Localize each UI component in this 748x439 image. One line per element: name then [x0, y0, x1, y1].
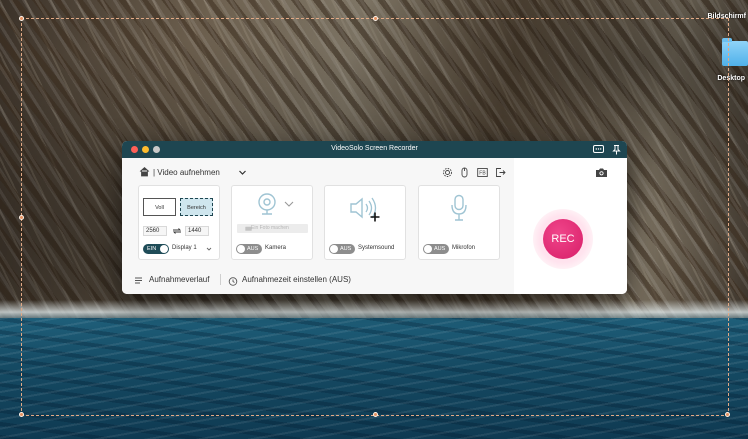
webcam-icon[interactable]: [256, 192, 278, 216]
alarm-clock-icon[interactable]: [228, 276, 238, 286]
rec-button-glow: REC: [533, 209, 593, 269]
divider: [220, 274, 221, 285]
window-title: VideoSolo Screen Recorder: [331, 145, 418, 152]
chat-icon[interactable]: [592, 143, 605, 156]
display-toggle[interactable]: EIN: [143, 244, 169, 254]
display-card: Voll Bereich 2560 1440 EIN Display 1: [138, 185, 220, 260]
main-panel: | Video aufnehmen FB Voll Bereich 2560 1…: [122, 158, 514, 294]
camera-toggle-label: AUS: [247, 246, 259, 252]
region-handle-top-middle[interactable]: [373, 16, 378, 21]
region-handle-bottom-left[interactable]: [19, 412, 24, 417]
system-sound-toggle-label: AUS: [340, 246, 352, 252]
region-handle-bottom-right[interactable]: [725, 412, 730, 417]
microphone-toggle[interactable]: AUS: [423, 244, 449, 254]
chevron-down-icon[interactable]: [284, 200, 294, 208]
schedule-recording-link[interactable]: Aufnahmezeit einstellen (AUS): [242, 275, 351, 284]
height-input[interactable]: 1440: [185, 226, 209, 236]
mouse-icon[interactable]: [459, 167, 470, 178]
recorder-window: VideoSolo Screen Recorder | Video aufneh…: [122, 141, 627, 294]
settings-icon[interactable]: [442, 167, 453, 178]
home-icon[interactable]: [139, 166, 150, 177]
screenshot-camera-icon[interactable]: [595, 167, 608, 178]
region-handle-left-middle[interactable]: [19, 215, 24, 220]
history-list-icon[interactable]: [134, 276, 143, 285]
pin-icon[interactable]: [610, 143, 623, 156]
chevron-down-icon[interactable]: [238, 168, 247, 177]
record-button[interactable]: REC: [543, 219, 583, 259]
export-icon[interactable]: [495, 167, 506, 178]
region-handle-bottom-middle[interactable]: [373, 412, 378, 417]
toggle-knob: [424, 245, 432, 253]
mode-toolbar: | Video aufnehmen FB: [139, 166, 509, 180]
camera-card: Ein Foto machen AUS Kamera: [231, 185, 313, 260]
toggle-knob: [160, 245, 168, 253]
svg-text:FB: FB: [479, 171, 486, 177]
microphone-card: AUS Mikrofon: [418, 185, 500, 260]
microphone-label: Mikrofon: [452, 245, 476, 251]
microphone-toggle-label: AUS: [434, 246, 446, 252]
region-button[interactable]: Bereich: [180, 198, 213, 216]
toggle-knob: [330, 245, 338, 253]
video-mode-selector[interactable]: | Video aufnehmen: [153, 168, 220, 177]
display-name[interactable]: Display 1: [172, 245, 197, 251]
camera-label: Kamera: [265, 245, 287, 251]
toggle-knob: [237, 245, 245, 253]
full-screen-button[interactable]: Voll: [143, 198, 176, 216]
width-input[interactable]: 2560: [143, 226, 167, 236]
system-sound-card: AUS Systemsound: [324, 185, 406, 260]
fb-icon[interactable]: FB: [477, 167, 488, 178]
aspect-link-icon[interactable]: [172, 227, 182, 235]
camera-icon: [245, 226, 252, 231]
microphone-icon[interactable]: [449, 194, 469, 222]
recording-history-link[interactable]: Aufnahmeverlauf: [149, 275, 209, 284]
chevron-down-icon[interactable]: [206, 246, 212, 252]
region-handle-top-left[interactable]: [19, 16, 24, 21]
system-sound-toggle[interactable]: AUS: [329, 244, 355, 254]
cursor-move-icon: [370, 212, 380, 222]
system-sound-label: Systemsound: [358, 245, 395, 251]
record-pane: REC: [514, 158, 627, 294]
title-bar[interactable]: VideoSolo Screen Recorder: [122, 141, 627, 158]
camera-toggle[interactable]: AUS: [236, 244, 262, 254]
display-toggle-label: EIN: [147, 246, 157, 252]
